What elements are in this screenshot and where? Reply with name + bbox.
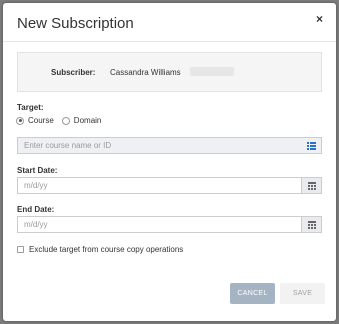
header-divider <box>3 41 336 42</box>
course-search-input[interactable] <box>18 138 301 153</box>
cancel-button[interactable]: CANCEL <box>230 283 275 304</box>
exclude-checkbox-label[interactable]: Exclude target from course copy operatio… <box>29 245 183 254</box>
end-date-input[interactable] <box>18 217 301 232</box>
end-date-input-group <box>17 216 322 233</box>
close-button[interactable]: × <box>316 12 323 26</box>
exclude-option: Exclude target from course copy operatio… <box>17 245 183 254</box>
subscriber-panel: Subscriber: Cassandra Williams <box>17 52 322 92</box>
target-input-group <box>17 137 322 154</box>
subscriber-label: Subscriber: <box>51 68 96 77</box>
end-date-label: End Date: <box>17 205 55 214</box>
subscriber-name: Cassandra Williams <box>110 68 181 77</box>
start-date-input-group <box>17 177 322 194</box>
radio-course-label[interactable]: Course <box>28 116 54 125</box>
save-button[interactable]: SAVE <box>280 283 325 304</box>
redacted-text <box>190 67 234 76</box>
calendar-icon[interactable] <box>301 178 321 193</box>
new-subscription-dialog: New Subscription × Subscriber: Cassandra… <box>3 3 336 321</box>
target-radio-group: Course Domain <box>16 116 109 125</box>
exclude-checkbox[interactable] <box>17 246 24 253</box>
list-icon[interactable] <box>301 138 321 153</box>
calendar-icon[interactable] <box>301 217 321 232</box>
radio-domain[interactable] <box>61 116 70 125</box>
dialog-title: New Subscription <box>17 15 134 32</box>
start-date-input[interactable] <box>18 178 301 193</box>
radio-domain-label[interactable]: Domain <box>74 116 102 125</box>
target-label: Target: <box>17 103 44 112</box>
radio-course[interactable] <box>16 116 24 125</box>
start-date-label: Start Date: <box>17 166 58 175</box>
